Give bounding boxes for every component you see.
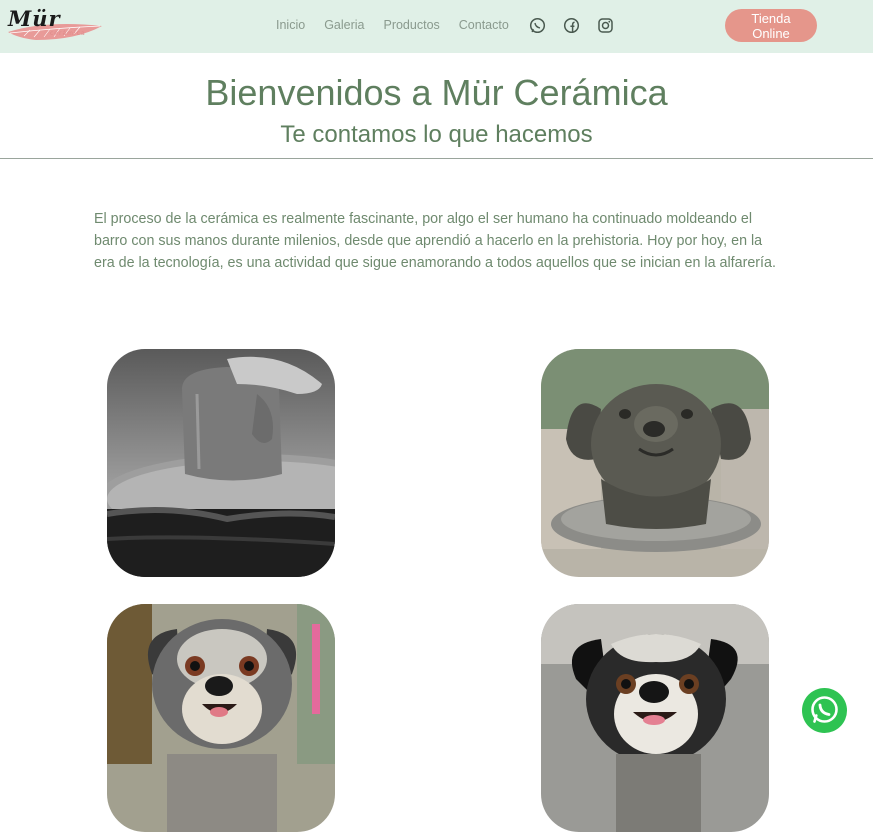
whatsapp-float-button[interactable] [802, 688, 847, 733]
logo[interactable]: Mür cerámica [6, 6, 106, 46]
nav-galeria[interactable]: Galeria [324, 18, 364, 32]
divider [0, 158, 873, 159]
nav-productos[interactable]: Productos [383, 18, 439, 32]
facebook-icon[interactable] [563, 17, 580, 34]
nav-inicio[interactable]: Inicio [276, 18, 305, 32]
intro-paragraph: El proceso de la cerámica es realmente f… [94, 211, 776, 271]
bw-dog-sculpture-photo [541, 604, 769, 832]
instagram-icon[interactable] [597, 17, 614, 34]
shop-button[interactable]: Tienda Online [725, 9, 817, 42]
logo-text: Mür [8, 6, 61, 31]
whatsapp-icon[interactable] [529, 17, 546, 34]
page-title: Bienvenidos a Mür Cerámica [205, 72, 668, 113]
page-subtitle: Te contamos lo que hacemos [280, 121, 593, 148]
navbar: Mür cerámica Inicio Galeria Productos Co… [0, 0, 873, 53]
nav-contacto[interactable]: Contacto [459, 18, 509, 32]
painted-dog-sculpture-photo [107, 604, 335, 832]
clay-dog-bust-photo [541, 349, 769, 577]
logo-subtext: cerámica [50, 30, 86, 37]
pottery-wheel-photo [107, 349, 335, 577]
nav-links: Inicio Galeria Productos Contacto [276, 18, 528, 32]
whatsapp-icon [811, 696, 838, 723]
